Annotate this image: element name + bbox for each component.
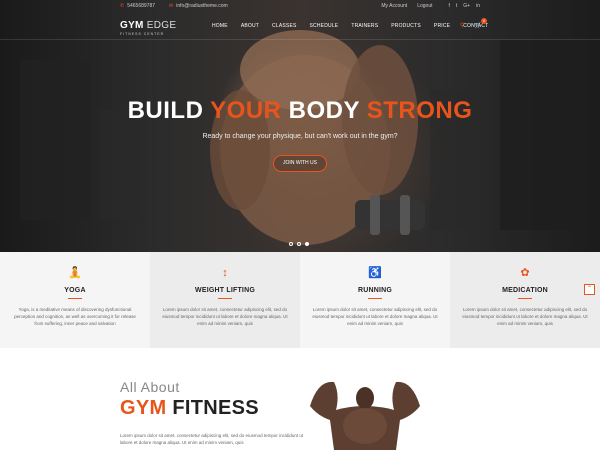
feature-weight-lifting[interactable]: ↕ WEIGHT LIFTING Lorem ipsum dolor sit a… xyxy=(150,252,300,348)
google-plus-icon[interactable]: G+ xyxy=(463,3,470,9)
feature-text: Yoga, is a meditative means of discoveri… xyxy=(14,307,136,326)
linkedin-icon[interactable]: in xyxy=(476,3,480,9)
feature-yoga[interactable]: 🧘 YOGA Yoga, is a meditative means of di… xyxy=(0,252,150,348)
main-menu: HOME ABOUT CLASSES SCHEDULE TRAINERS PRO… xyxy=(212,23,501,29)
page: ✆ 5465689787 ✉ info@radiustheme.com My Acc… xyxy=(0,0,600,450)
logout-link[interactable]: Logout xyxy=(417,3,432,9)
cart-count-badge: 0 xyxy=(480,18,487,24)
email-contact[interactable]: ✉ info@radiustheme.com xyxy=(169,3,228,9)
running-icon: ♿ xyxy=(368,267,382,279)
hero-banner: ✆ 5465689787 ✉ info@radiustheme.com My Acc… xyxy=(0,0,600,252)
search-icon[interactable]: ⚲ xyxy=(460,22,464,29)
slider-dot-2[interactable] xyxy=(297,242,301,246)
slider-dot-3[interactable] xyxy=(305,242,309,246)
hero-subline: Ready to change your physique, but can't… xyxy=(202,133,398,140)
about-title-fitness: FITNESS xyxy=(166,397,259,419)
menu-item-price[interactable]: PRICE xyxy=(434,23,450,29)
about-title: GYM FITNESS xyxy=(120,397,259,420)
feature-text: Lorem ipsum dolor sit amet, consectetur … xyxy=(162,307,288,326)
mail-icon: ✉ xyxy=(169,3,174,9)
join-with-us-button[interactable]: JOIN WITH US xyxy=(273,155,327,172)
chevron-up-icon: ⌃ xyxy=(586,286,593,292)
menu-item-classes[interactable]: CLASSES xyxy=(272,23,296,29)
about-paragraph: Lorem ipsum dolor sit amet, consectetur … xyxy=(120,433,304,445)
twitter-icon[interactable]: t xyxy=(456,3,457,9)
hero-headline: BUILD YOUR BODY STRONG xyxy=(0,97,600,125)
feature-divider xyxy=(218,298,232,299)
nav-icons: ⚲ 🛒 0 xyxy=(460,18,487,29)
menu-item-products[interactable]: PRODUCTS xyxy=(391,23,421,29)
feature-text: Lorem ipsum dolor sit amet, consectetur … xyxy=(312,307,438,326)
feature-title: MEDICATION xyxy=(502,287,548,294)
headline-part-3: BODY xyxy=(281,97,367,124)
feature-title: WEIGHT LIFTING xyxy=(195,287,255,294)
feature-title: YOGA xyxy=(64,287,86,294)
headline-part-4: STRONG xyxy=(366,97,473,124)
yoga-icon: 🧘 xyxy=(68,267,82,279)
slider-dot-1[interactable] xyxy=(289,242,293,246)
logo-tagline: FITNESS CENTER xyxy=(120,32,165,36)
facebook-icon[interactable]: f xyxy=(449,3,450,9)
scroll-to-top-button[interactable]: ⌃ xyxy=(584,284,595,295)
feature-divider xyxy=(68,298,82,299)
site-logo[interactable]: GYM EDGE FITNESS CENTER xyxy=(120,20,176,36)
bodybuilder-image xyxy=(310,381,420,450)
phone-number: 5465689787 xyxy=(127,3,156,9)
main-navbar: GYM EDGE FITNESS CENTER HOME ABOUT CLASS… xyxy=(0,12,600,40)
menu-item-schedule[interactable]: SCHEDULE xyxy=(310,23,339,29)
feature-divider xyxy=(518,298,532,299)
feature-text: Lorem ipsum dolor sit amet, consectetur … xyxy=(462,307,588,326)
headline-part-1: BUILD xyxy=(127,97,211,124)
headline-part-2: YOUR xyxy=(210,97,282,124)
feature-running[interactable]: ♿ RUNNING Lorem ipsum dolor sit amet, co… xyxy=(300,252,450,348)
menu-item-trainers[interactable]: TRAINERS xyxy=(351,23,378,29)
phone-icon: ✆ xyxy=(120,3,125,9)
slider-dots xyxy=(289,242,309,246)
menu-item-home[interactable]: HOME xyxy=(212,23,228,29)
feature-divider xyxy=(368,298,382,299)
about-kicker: All About xyxy=(120,379,180,395)
medication-icon: ✿ xyxy=(520,267,530,279)
phone-contact[interactable]: ✆ 5465689787 xyxy=(120,3,155,9)
feature-medication[interactable]: ✿ MEDICATION Lorem ipsum dolor sit amet,… xyxy=(450,252,600,348)
cart-icon[interactable]: 🛒 0 xyxy=(474,18,487,29)
about-title-gym: GYM xyxy=(120,397,167,419)
top-bar: ✆ 5465689787 ✉ info@radiustheme.com My Acc… xyxy=(0,0,600,12)
menu-item-about[interactable]: ABOUT xyxy=(241,23,259,29)
email-address: info@radiustheme.com xyxy=(176,3,228,9)
my-account-link[interactable]: My Account xyxy=(381,3,407,9)
feature-title: RUNNING xyxy=(357,287,393,294)
logo-gym: GYM xyxy=(120,20,144,31)
logo-edge: EDGE xyxy=(143,20,177,31)
features-strip: 🧘 YOGA Yoga, is a meditative means of di… xyxy=(0,252,600,348)
weight-lifting-icon: ↕ xyxy=(222,267,228,279)
